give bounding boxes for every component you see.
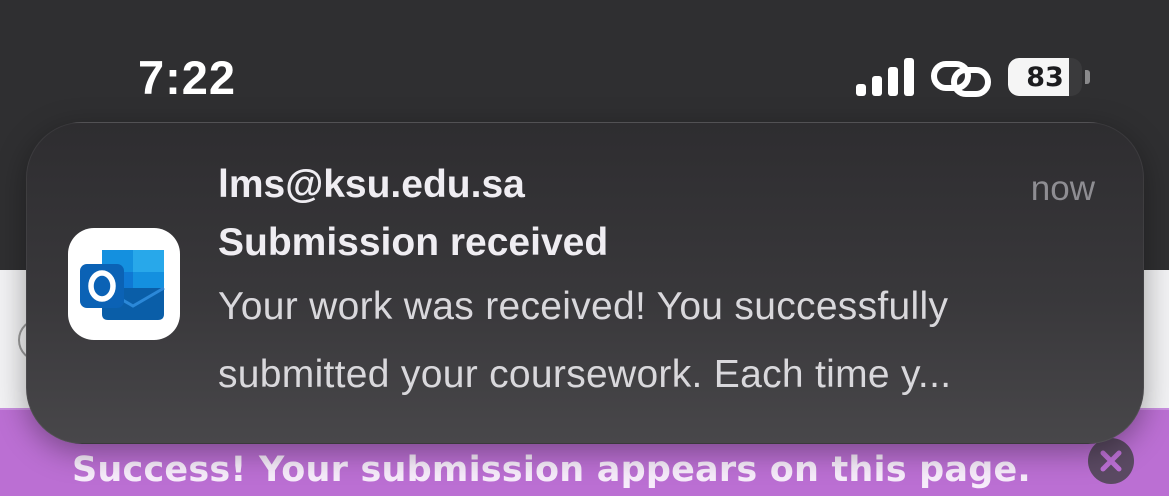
outlook-icon (68, 228, 180, 340)
notification-banner[interactable]: lms@ksu.edu.sa now Submission received Y… (26, 122, 1144, 444)
status-time: 7:22 (138, 51, 237, 104)
notification-subject: Submission received (218, 221, 609, 264)
personal-hotspot-link-icon (931, 61, 991, 97)
success-message: Success! Your submission appears on this… (72, 450, 1031, 490)
battery-indicator: 83 (1008, 58, 1082, 96)
cellular-signal-icon (856, 58, 914, 96)
notification-sender: lms@ksu.edu.sa (218, 163, 525, 206)
battery-terminal (1085, 70, 1090, 84)
battery-percent: 83 (1026, 62, 1064, 93)
close-icon[interactable] (1088, 438, 1134, 484)
phone-screen: Success! Your submission appears on this… (0, 0, 1169, 496)
notification-body-line-1: Your work was received! You successfully (218, 285, 949, 328)
notification-body-line-2: submitted your coursework. Each time y..… (218, 353, 952, 396)
notification-timestamp: now (1030, 169, 1095, 208)
